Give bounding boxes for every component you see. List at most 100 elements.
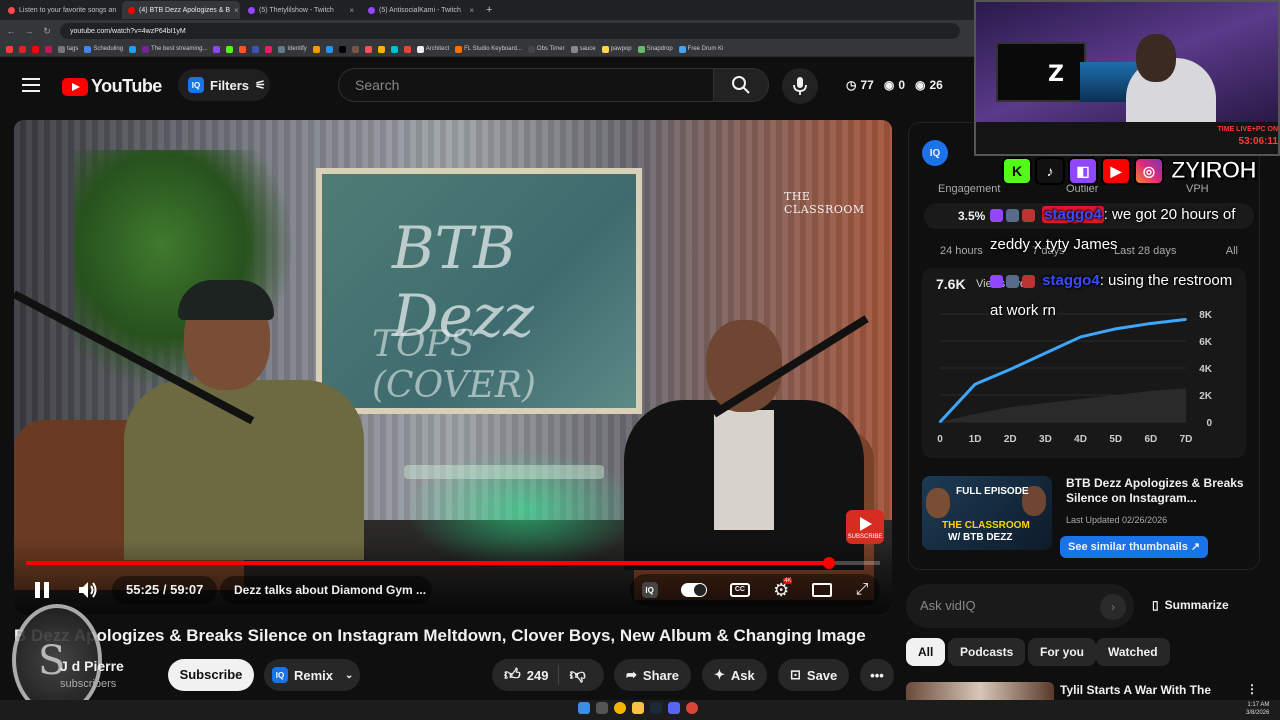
bookmark-item[interactable] (265, 45, 273, 53)
bookmark-item[interactable] (403, 45, 411, 53)
search-input[interactable]: Search (338, 68, 714, 102)
browser-tab[interactable]: (5) Thetylilshow - Twitch × (242, 1, 360, 19)
bookmark-item[interactable] (377, 45, 385, 53)
youtube-logo[interactable]: YouTube (62, 76, 162, 97)
subscribe-button[interactable]: Subscribe (168, 659, 254, 691)
close-tab-icon[interactable]: × (469, 6, 474, 15)
progress-bar[interactable] (26, 557, 880, 569)
thumbs-up-icon[interactable]: 👍︎ (504, 666, 521, 685)
video-player[interactable]: BTB Dezz TOPS (COVER) THE CLASSROOM SUBS… (14, 120, 892, 614)
fullscreen-icon[interactable]: ⤢ (856, 581, 869, 599)
new-tab-button[interactable]: + (486, 4, 492, 16)
bookmark-item[interactable] (129, 45, 137, 53)
bookmark-item[interactable] (6, 45, 13, 53)
bookmark-item[interactable] (390, 45, 398, 53)
vidiq-panel-logo[interactable]: IQ (922, 140, 948, 166)
next-video-title[interactable]: Tylil Starts A War With The (1060, 683, 1211, 697)
bookmark-item[interactable]: Snapdrop (637, 45, 673, 53)
captions-icon[interactable]: CC (729, 583, 750, 597)
more-vert-icon[interactable]: ⋮ (1246, 682, 1258, 696)
save-button[interactable]: ⊡ Save (778, 659, 850, 691)
chrome-icon[interactable] (686, 702, 698, 714)
bookmark-item[interactable] (325, 45, 333, 53)
more-actions-button[interactable]: ••• (860, 659, 894, 691)
like-count[interactable]: 249 (527, 668, 549, 683)
remix-button[interactable]: IQ Remix ⌄ (264, 659, 360, 691)
bookmark-favicon-icon (129, 45, 137, 53)
folder-icon[interactable] (632, 702, 644, 714)
bookmark-item[interactable]: Obs Timer (527, 45, 565, 53)
bookmark-item[interactable]: FL Studio Keyboard... (455, 45, 522, 53)
search-placeholder: Search (355, 77, 400, 93)
thumbs-down-icon[interactable]: 👎︎ (569, 666, 585, 685)
ask-button[interactable]: ✦ Ask (702, 659, 767, 691)
steam-icon[interactable] (650, 702, 662, 714)
chapter-title: Dezz talks about Diamond Gym ... (234, 583, 427, 597)
browser-tab[interactable]: Listen to your favorite songs an× (2, 1, 120, 19)
browser-tab[interactable]: (4) BTB Dezz Apologizes & B × (122, 1, 240, 19)
bookmark-favicon-icon (312, 45, 320, 53)
bookmark-item[interactable] (226, 45, 234, 53)
bookmark-item[interactable]: Free Drum Ki (678, 45, 723, 53)
send-arrow-icon[interactable]: › (1100, 594, 1126, 620)
chapter-button[interactable]: Dezz talks about Diamond Gym ...› (220, 576, 432, 604)
bookmark-item[interactable] (252, 45, 260, 53)
see-similar-thumbnails-button[interactable]: See similar thumbnails ↗ (1060, 536, 1209, 558)
address-bar[interactable]: youtube.com/watch?v=4wzP64bI1yM (60, 23, 960, 39)
bookmark-item[interactable] (338, 45, 346, 53)
bookmark-item[interactable] (213, 45, 221, 53)
discord-icon[interactable] (668, 702, 680, 714)
settings-gear-icon[interactable]: ⚙ 4K (773, 577, 793, 601)
filters-button[interactable]: IQ Filters ⚟ (178, 69, 270, 101)
close-tab-icon[interactable]: × (234, 6, 239, 15)
browser-tab[interactable]: (5) AntisocialKami - Twitch × (362, 1, 480, 19)
bookmark-item[interactable]: Identify (278, 45, 307, 53)
bookmark-item[interactable]: tags (58, 45, 78, 53)
bookmark-item[interactable]: The best streaming... (142, 45, 207, 53)
summarize-button[interactable]: ▯ Summarize (1152, 598, 1229, 612)
bookmark-item[interactable] (312, 45, 320, 53)
reload-icon[interactable]: ↻ (40, 26, 54, 37)
windows-start-icon[interactable] (578, 702, 590, 714)
range-tab-24h[interactable]: 24 hours (940, 245, 983, 257)
bookmark-item[interactable] (32, 45, 39, 53)
youtube-play-icon (62, 77, 88, 96)
chip-podcasts[interactable]: Podcasts (948, 638, 1026, 666)
search-icon[interactable] (596, 702, 608, 714)
chip-watched[interactable]: Watched (1096, 638, 1170, 666)
chip-for-you[interactable]: For you (1028, 638, 1096, 666)
scrubber-handle[interactable] (822, 557, 835, 569)
menu-icon[interactable] (22, 78, 40, 96)
chip-all[interactable]: All (906, 638, 946, 666)
back-icon[interactable]: ← (4, 26, 18, 36)
bookmark-item[interactable] (19, 45, 26, 53)
range-tab-28d[interactable]: Last 28 days (1114, 245, 1176, 257)
video-thumbnail[interactable]: FULL EPISODE THE CLASSROOM W/ BTB DEZZ (922, 476, 1052, 550)
pause-button[interactable] (30, 576, 54, 604)
bookmark-item[interactable] (239, 45, 247, 53)
bookmark-item[interactable]: Scheduling (84, 45, 123, 53)
engagement-label: Engagement (938, 183, 1001, 195)
tab-title: (5) Thetylilshow - Twitch (259, 6, 334, 14)
voice-search-button[interactable] (782, 68, 818, 104)
share-button[interactable]: ➦ Share (614, 659, 692, 691)
forward-icon[interactable]: → (22, 26, 36, 36)
bookmark-item[interactable] (364, 45, 372, 53)
volume-button[interactable] (76, 576, 100, 604)
vidiq-player-button[interactable]: IQ (641, 582, 658, 598)
search-button[interactable] (713, 68, 769, 102)
bookmark-item[interactable]: sauce (570, 45, 596, 53)
close-tab-icon[interactable]: × (349, 6, 354, 15)
channel-name[interactable]: J d Pierre (60, 658, 124, 674)
bookmark-item[interactable]: Architect (416, 45, 449, 53)
bookmark-item[interactable]: pawpop (601, 45, 632, 53)
autoplay-toggle[interactable] (680, 583, 707, 597)
streamer-brand: ZYIROH (1171, 157, 1258, 185)
chrome-icon[interactable] (614, 702, 626, 714)
subscribe-watermark[interactable]: SUBSCRIBE (846, 510, 884, 544)
bookmark-item[interactable] (45, 45, 52, 53)
theater-mode-icon[interactable] (812, 583, 833, 597)
range-tab-all[interactable]: All (1226, 245, 1238, 257)
bookmark-item[interactable] (351, 45, 359, 53)
eye-icon: ◉ (883, 78, 895, 92)
